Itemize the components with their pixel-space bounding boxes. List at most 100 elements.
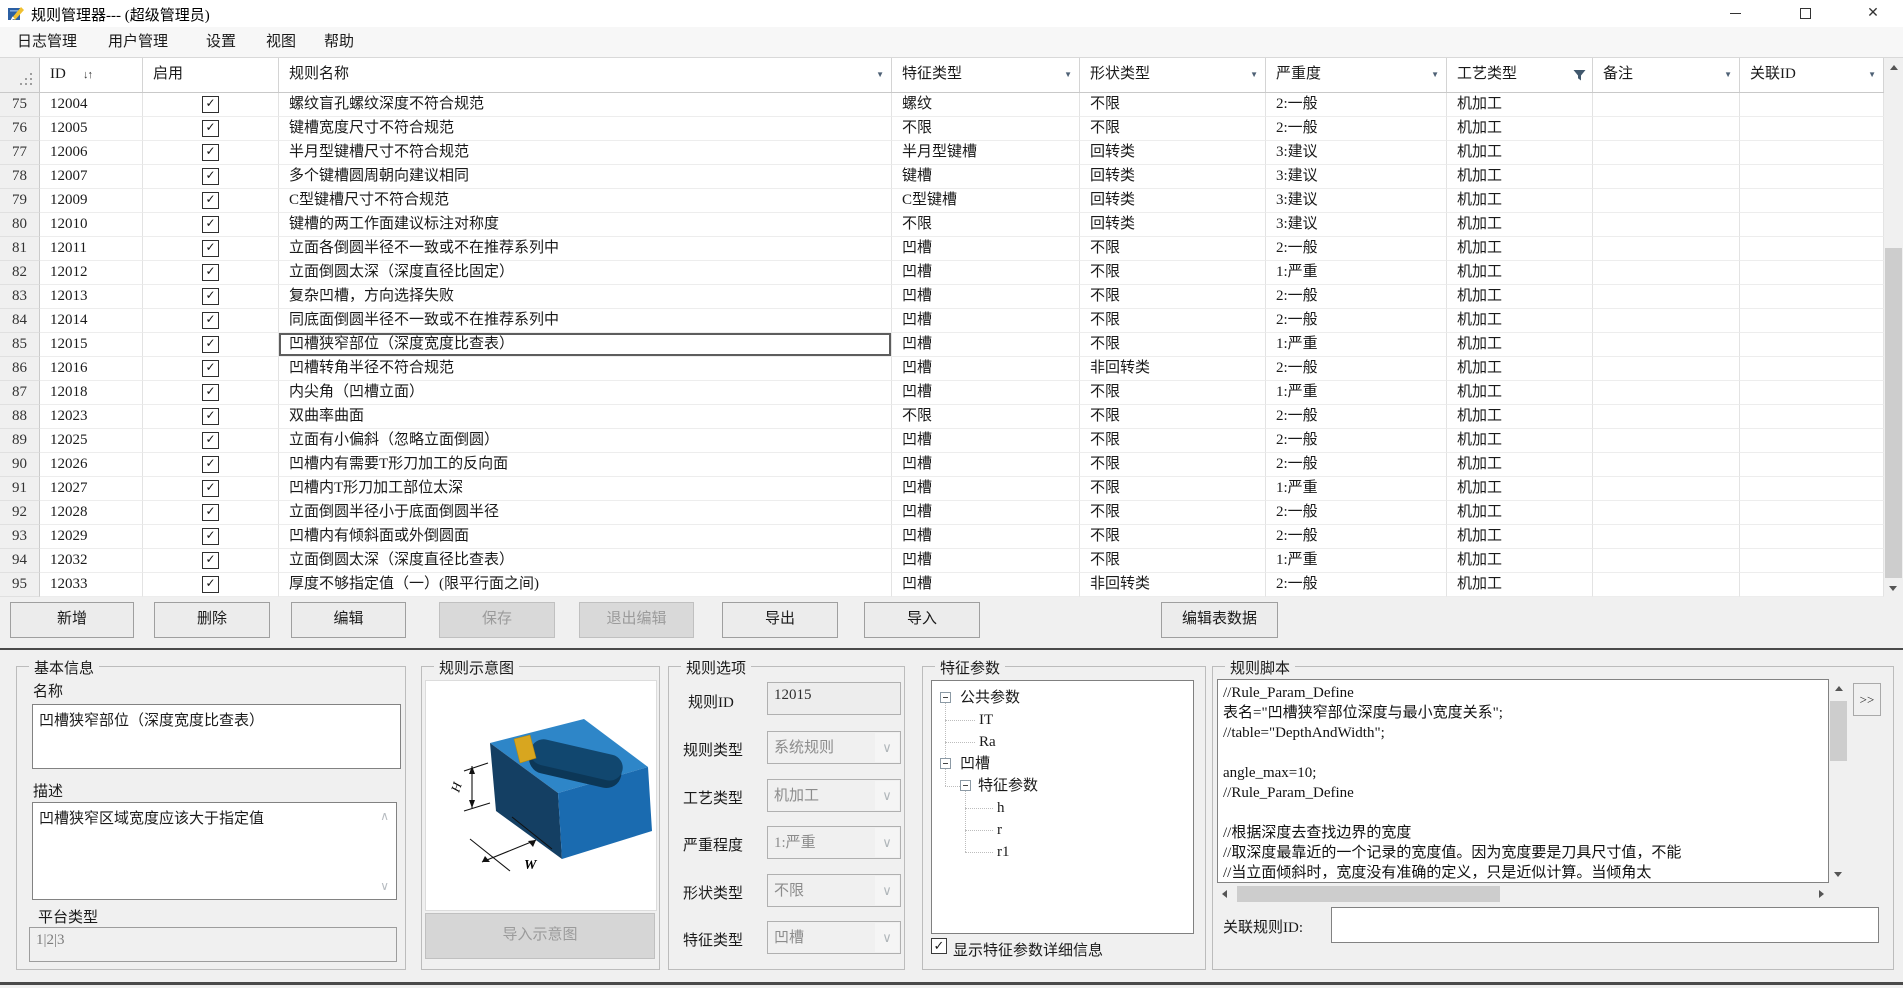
cell-shape-type[interactable]: 不限 xyxy=(1080,429,1266,453)
cell-feature-type[interactable]: 凹槽 xyxy=(892,285,1080,309)
cell-severity[interactable]: 3:建议 xyxy=(1266,141,1447,165)
cell-feature-type[interactable]: 凹槽 xyxy=(892,573,1080,597)
cell-severity[interactable]: 2:一般 xyxy=(1266,453,1447,477)
cell-id[interactable]: 12023 xyxy=(40,405,143,429)
row-number[interactable]: 94 xyxy=(0,549,40,573)
minimize-icon[interactable] xyxy=(1712,0,1758,27)
cell-id[interactable]: 12028 xyxy=(40,501,143,525)
enable-checkbox[interactable]: ✓ xyxy=(202,552,219,569)
cell-feature-type[interactable]: 凹槽 xyxy=(892,333,1080,357)
cell-rule-name[interactable]: 复杂凹槽，方向选择失败 xyxy=(279,285,892,309)
row-number[interactable]: 92 xyxy=(0,501,40,525)
cell-remark[interactable] xyxy=(1593,453,1740,477)
menu-log-management[interactable]: 日志管理 xyxy=(13,27,81,57)
menu-view[interactable]: 视图 xyxy=(262,27,300,57)
cell-severity[interactable]: 2:一般 xyxy=(1266,501,1447,525)
cell-related-id[interactable] xyxy=(1740,93,1884,117)
row-number[interactable]: 90 xyxy=(0,453,40,477)
row-number[interactable]: 88 xyxy=(0,405,40,429)
cell-rule-name[interactable]: 立面倒圆太深（深度直径比固定） xyxy=(279,261,892,285)
cell-id[interactable]: 12033 xyxy=(40,573,143,597)
cell-enabled[interactable]: ✓ xyxy=(143,237,279,261)
table-corner-header[interactable] xyxy=(0,58,40,92)
cell-enabled[interactable]: ✓ xyxy=(143,357,279,381)
row-number[interactable]: 75 xyxy=(0,93,40,117)
cell-related-id[interactable] xyxy=(1740,525,1884,549)
enable-checkbox[interactable]: ✓ xyxy=(202,432,219,449)
cell-rule-name[interactable]: 立面倒圆太深（深度直径比查表） xyxy=(279,549,892,573)
enable-checkbox[interactable]: ✓ xyxy=(202,168,219,185)
filter-dropdown-icon[interactable]: ▼ xyxy=(1724,58,1732,91)
row-number[interactable]: 87 xyxy=(0,381,40,405)
cell-shape-type[interactable]: 回转类 xyxy=(1080,141,1266,165)
cell-severity[interactable]: 2:一般 xyxy=(1266,429,1447,453)
tree-node-common-params[interactable]: 公共参数 xyxy=(960,688,1020,708)
tree-node-feature-params[interactable]: 特征参数 xyxy=(978,776,1038,796)
cell-feature-type[interactable]: 凹槽 xyxy=(892,549,1080,573)
cell-process-type[interactable]: 机加工 xyxy=(1447,93,1593,117)
filter-dropdown-icon[interactable]: ▼ xyxy=(876,58,884,91)
cell-enabled[interactable]: ✓ xyxy=(143,165,279,189)
cell-rule-name[interactable]: 多个键槽圆周朝向建议相同 xyxy=(279,165,892,189)
cell-feature-type[interactable]: 凹槽 xyxy=(892,453,1080,477)
cell-shape-type[interactable]: 不限 xyxy=(1080,93,1266,117)
cell-feature-type[interactable]: 凹槽 xyxy=(892,477,1080,501)
related-rule-id-field[interactable] xyxy=(1331,907,1879,943)
scroll-down-icon[interactable] xyxy=(1889,586,1897,591)
cell-severity[interactable]: 2:一般 xyxy=(1266,525,1447,549)
cell-id[interactable]: 12009 xyxy=(40,189,143,213)
cell-remark[interactable] xyxy=(1593,357,1740,381)
scroll-left-icon[interactable] xyxy=(1222,890,1227,898)
description-field[interactable]: 凹槽狭窄区域宽度应该大于指定值 ∧ ∨ xyxy=(32,802,397,900)
cell-enabled[interactable]: ✓ xyxy=(143,93,279,117)
cell-related-id[interactable] xyxy=(1740,477,1884,501)
table-vertical-scrollbar[interactable] xyxy=(1884,58,1903,597)
cell-process-type[interactable]: 机加工 xyxy=(1447,333,1593,357)
cell-severity[interactable]: 1:严重 xyxy=(1266,333,1447,357)
enable-checkbox[interactable]: ✓ xyxy=(202,120,219,137)
scroll-up-icon[interactable]: ∧ xyxy=(380,810,389,822)
cell-severity[interactable]: 2:一般 xyxy=(1266,237,1447,261)
scrollbar-thumb[interactable] xyxy=(1885,248,1902,578)
cell-feature-type[interactable]: 不限 xyxy=(892,117,1080,141)
cell-shape-type[interactable]: 不限 xyxy=(1080,117,1266,141)
cell-remark[interactable] xyxy=(1593,117,1740,141)
header-remark[interactable]: 备注 ▼ xyxy=(1593,58,1740,92)
cell-enabled[interactable]: ✓ xyxy=(143,549,279,573)
row-number[interactable]: 76 xyxy=(0,117,40,141)
export-button[interactable]: 导出 xyxy=(722,602,838,638)
cell-process-type[interactable]: 机加工 xyxy=(1447,213,1593,237)
cell-related-id[interactable] xyxy=(1740,117,1884,141)
cell-severity[interactable]: 3:建议 xyxy=(1266,189,1447,213)
cell-related-id[interactable] xyxy=(1740,453,1884,477)
cell-feature-type[interactable]: 凹槽 xyxy=(892,309,1080,333)
cell-rule-name[interactable]: 凹槽狭窄部位（深度宽度比查表） xyxy=(279,333,892,357)
cell-shape-type[interactable]: 不限 xyxy=(1080,285,1266,309)
cell-related-id[interactable] xyxy=(1740,405,1884,429)
cell-related-id[interactable] xyxy=(1740,213,1884,237)
cell-enabled[interactable]: ✓ xyxy=(143,285,279,309)
cell-id[interactable]: 12018 xyxy=(40,381,143,405)
header-process-type[interactable]: 工艺类型 xyxy=(1447,58,1593,92)
cell-rule-name[interactable]: C型键槽尺寸不符合规范 xyxy=(279,189,892,213)
scroll-right-icon[interactable] xyxy=(1819,890,1824,898)
cell-remark[interactable] xyxy=(1593,429,1740,453)
cell-shape-type[interactable]: 不限 xyxy=(1080,525,1266,549)
cell-id[interactable]: 12026 xyxy=(40,453,143,477)
cell-enabled[interactable]: ✓ xyxy=(143,501,279,525)
enable-checkbox[interactable]: ✓ xyxy=(202,288,219,305)
enable-checkbox[interactable]: ✓ xyxy=(202,144,219,161)
expand-script-button[interactable]: >> xyxy=(1853,683,1881,716)
enable-checkbox[interactable]: ✓ xyxy=(202,504,219,521)
cell-remark[interactable] xyxy=(1593,261,1740,285)
cell-id[interactable]: 12012 xyxy=(40,261,143,285)
cell-feature-type[interactable]: 凹槽 xyxy=(892,261,1080,285)
cell-severity[interactable]: 1:严重 xyxy=(1266,261,1447,285)
cell-process-type[interactable]: 机加工 xyxy=(1447,405,1593,429)
cell-related-id[interactable] xyxy=(1740,165,1884,189)
cell-severity[interactable]: 2:一般 xyxy=(1266,405,1447,429)
scrollbar-thumb[interactable] xyxy=(1830,701,1847,761)
row-number[interactable]: 78 xyxy=(0,165,40,189)
cell-id[interactable]: 12032 xyxy=(40,549,143,573)
enable-checkbox[interactable]: ✓ xyxy=(202,480,219,497)
